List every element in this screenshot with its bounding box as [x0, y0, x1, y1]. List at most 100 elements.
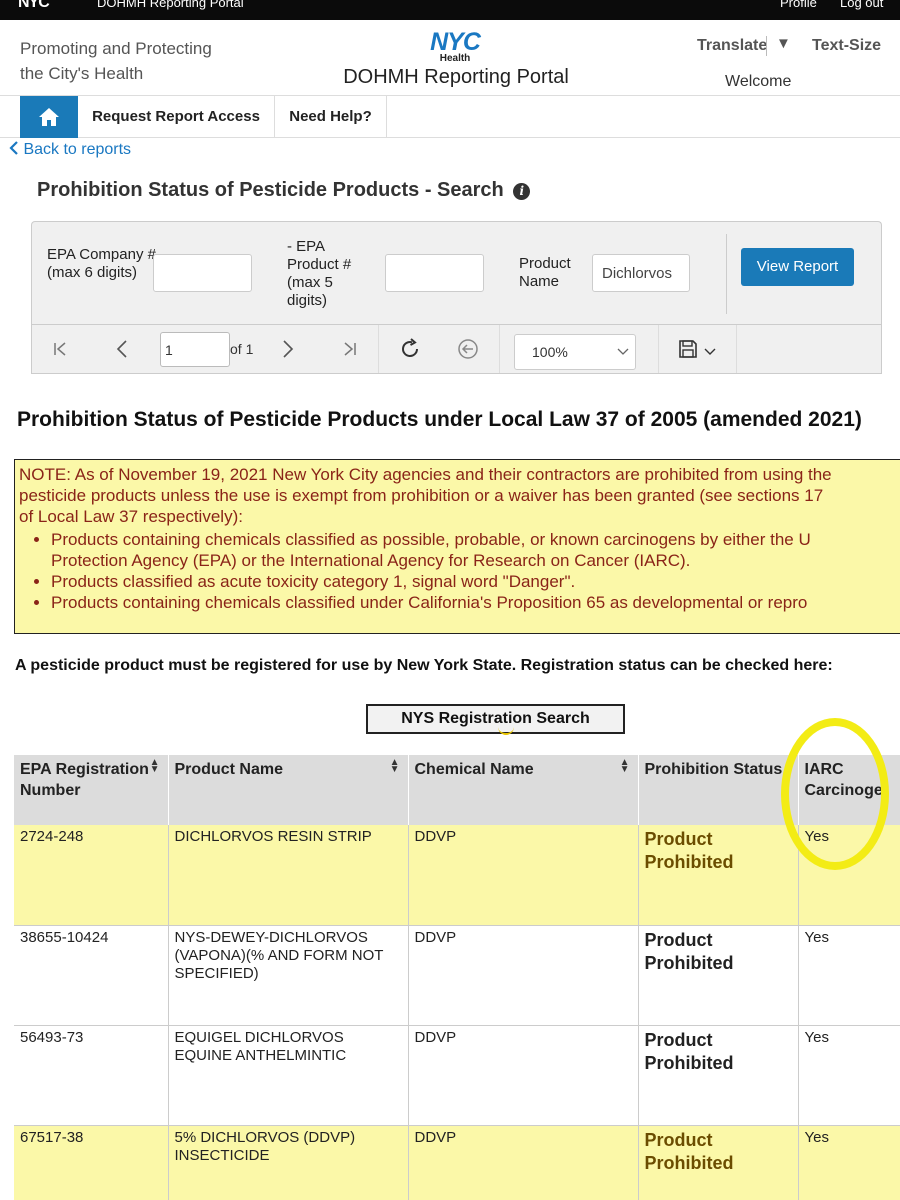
column-header-prohibition-status: Prohibition Status: [638, 755, 799, 825]
report-toolbar: of 1 100%: [31, 324, 882, 374]
cell-product-name: 5% DICHLORVOS (DDVP) INSECTICIDE: [168, 1125, 409, 1200]
prohibition-note: NOTE: As of November 19, 2021 New York C…: [14, 459, 900, 634]
page-number-input[interactable]: [160, 332, 230, 367]
column-header-chemical-name[interactable]: Chemical Name ▲ ▼: [408, 755, 639, 825]
results-table: EPA Registration Number ▲ ▼ Product Name …: [14, 755, 900, 1200]
toolbar-divider: [658, 325, 659, 373]
first-page-icon[interactable]: [42, 325, 78, 373]
table-row: 67517-38 5% DICHLORVOS (DDVP) INSECTICID…: [14, 1125, 900, 1200]
main-nav: Request Report Access Need Help?: [0, 95, 900, 138]
nys-registration-search-button[interactable]: NYS Registration Search: [366, 704, 625, 734]
product-name-input[interactable]: [592, 254, 690, 292]
cell-chemical-name: DDVP: [408, 1125, 639, 1200]
column-header-label: Chemical Name: [414, 761, 534, 778]
column-header-label: Product Name: [174, 761, 283, 778]
sort-icon[interactable]: ▲ ▼: [150, 758, 160, 775]
site-header: Promoting and Protecting the City's Heal…: [0, 20, 900, 95]
page-count-label: of 1: [230, 341, 254, 357]
export-save-button[interactable]: [672, 325, 722, 373]
cell-product-name: EQUIGEL DICHLORVOS EQUINE ANTHELMINTIC: [168, 1025, 409, 1126]
nyc-logo-text: NYC: [430, 28, 481, 56]
tagline-line-2: the City's Health: [20, 64, 144, 83]
translate-dropdown-icon[interactable]: ▼: [776, 35, 791, 52]
save-icon: [679, 340, 697, 358]
panel-divider: [726, 234, 727, 314]
column-header-label: Prohibition Status: [644, 761, 783, 778]
table-row: 2724-248 DICHLORVOS RESIN STRIP DDVP Pro…: [14, 825, 900, 926]
note-line: NOTE: As of November 19, 2021 New York C…: [19, 465, 832, 484]
home-button[interactable]: [20, 96, 78, 138]
toolbar-divider: [499, 325, 500, 373]
nav-request-report-access[interactable]: Request Report Access: [78, 96, 275, 138]
nav-need-help[interactable]: Need Help?: [275, 96, 387, 138]
epa-product-number-label: - EPA Product # (max 5 digits): [287, 238, 352, 309]
note-line: of Local Law 37 respectively):: [19, 507, 243, 526]
zoom-select[interactable]: 100%: [514, 334, 636, 370]
table-row: 38655-10424 NYS-DEWEY-DICHLORVOS (VAPONA…: [14, 925, 900, 1026]
epa-product-number-input[interactable]: [385, 254, 484, 292]
cell-registration-number: 38655-10424: [14, 925, 169, 1026]
toolbar-divider: [736, 325, 737, 373]
cell-registration-number: 56493-73: [14, 1025, 169, 1126]
note-bullet: Products containing chemicals classified…: [51, 592, 900, 613]
previous-page-icon[interactable]: [104, 325, 140, 373]
nyc-health-logo[interactable]: NYC Health: [423, 30, 487, 64]
chevron-down-icon: [617, 348, 629, 355]
last-page-icon[interactable]: [332, 325, 368, 373]
text-size-button[interactable]: Text-Size: [812, 37, 881, 55]
next-page-icon[interactable]: [270, 325, 306, 373]
cell-registration-number: 67517-38: [14, 1125, 169, 1200]
cell-prohibition-status: Product Prohibited: [638, 925, 799, 1026]
info-icon[interactable]: i: [513, 183, 531, 200]
welcome-text: Welcome: [725, 73, 792, 90]
epa-company-label: EPA Company # (max 6 digits): [47, 246, 156, 281]
cell-prohibition-status: Product Prohibited: [638, 825, 799, 926]
back-link-label: Back to reports: [23, 141, 132, 158]
cell-iarc: Yes: [798, 925, 900, 1026]
back-to-reports-link[interactable]: Back to reports: [9, 141, 131, 159]
column-header-epa-registration[interactable]: EPA Registration Number ▲ ▼: [14, 755, 169, 825]
sort-icon[interactable]: ▲ ▼: [620, 758, 630, 775]
chevron-left-icon: [9, 141, 18, 155]
report-parameters-panel: EPA Company # (max 6 digits) - EPA Produ…: [31, 221, 882, 324]
page-title: Prohibition Status of Pesticide Products…: [37, 179, 531, 202]
cell-iarc: Yes: [798, 1025, 900, 1126]
profile-link[interactable]: Profile: [780, 0, 817, 10]
table-header-row: EPA Registration Number ▲ ▼ Product Name …: [14, 755, 900, 825]
tagline-line-1: Promoting and Protecting: [20, 39, 212, 58]
note-bullet: Products containing chemicals classified…: [51, 529, 900, 571]
epa-company-input[interactable]: [153, 254, 252, 292]
nyc-mini-logo: NYC: [18, 0, 50, 11]
cell-product-name: NYS-DEWEY-DICHLORVOS (VAPONA)(% AND FORM…: [168, 925, 409, 1026]
toolbar-divider: [378, 325, 379, 373]
cell-prohibition-status: Product Prohibited: [638, 1125, 799, 1200]
cell-chemical-name: DDVP: [408, 825, 639, 926]
column-header-label: EPA Registration Number: [20, 761, 149, 799]
page-title-text: Prohibition Status of Pesticide Products…: [37, 179, 504, 201]
home-icon: [39, 108, 59, 126]
cell-iarc: Yes: [798, 1125, 900, 1200]
view-report-button[interactable]: View Report: [741, 248, 854, 286]
registration-note: A pesticide product must be registered f…: [15, 657, 833, 674]
hand-drawn-circle-annotation: [781, 718, 889, 870]
note-bullet-text: Products containing chemicals classified…: [51, 530, 811, 549]
chevron-down-icon: [704, 348, 716, 355]
cell-prohibition-status: Product Prohibited: [638, 1025, 799, 1126]
column-header-product-name[interactable]: Product Name ▲ ▼: [168, 755, 409, 825]
portal-title: DOHMH Reporting Portal: [343, 66, 569, 88]
tagline: Promoting and Protecting the City's Heal…: [20, 36, 212, 86]
sort-icon[interactable]: ▲ ▼: [390, 758, 400, 775]
note-bullet-list: Products containing chemicals classified…: [51, 529, 900, 613]
table-row: 56493-73 EQUIGEL DICHLORVOS EQUINE ANTHE…: [14, 1025, 900, 1126]
translate-button[interactable]: Translate: [697, 37, 767, 55]
translate-divider: [766, 36, 767, 56]
top-bar: NYC DOHMH Reporting Portal Profile Log o…: [0, 0, 900, 20]
zoom-value: 100%: [532, 344, 568, 360]
back-to-parent-icon[interactable]: [450, 325, 486, 373]
refresh-icon[interactable]: [392, 325, 428, 373]
cell-product-name: DICHLORVOS RESIN STRIP: [168, 825, 409, 926]
cell-registration-number: 2724-248: [14, 825, 169, 926]
product-name-label: Product Name: [519, 255, 571, 290]
logout-link[interactable]: Log out: [840, 0, 883, 10]
cell-chemical-name: DDVP: [408, 925, 639, 1026]
